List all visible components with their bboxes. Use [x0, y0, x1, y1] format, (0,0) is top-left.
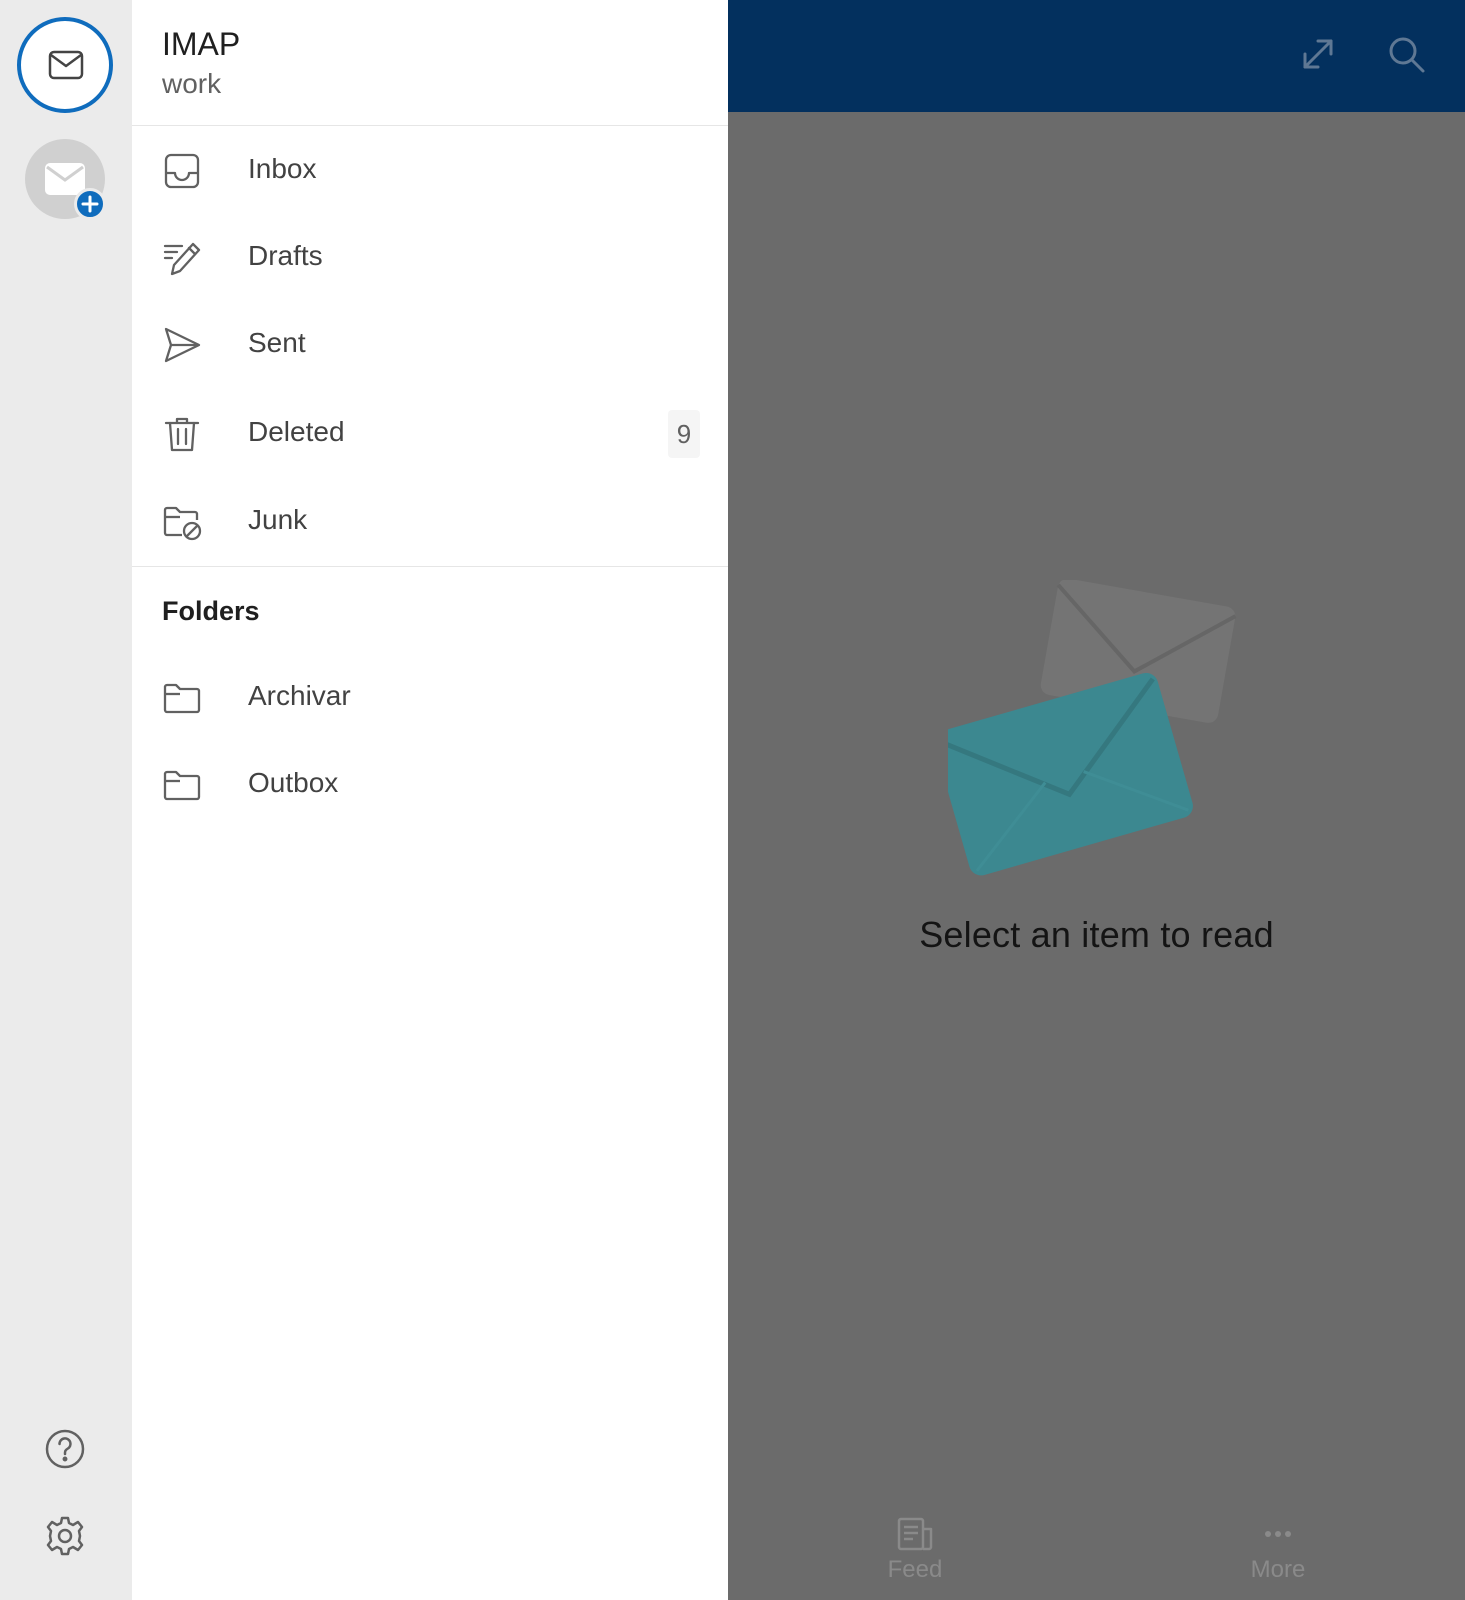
- settings-gear-icon[interactable]: [44, 1515, 86, 1557]
- folder-item-junk[interactable]: Junk: [132, 480, 728, 564]
- folder-item-archivar[interactable]: Archivar: [132, 656, 728, 740]
- account-rail: [0, 0, 132, 1600]
- tab-more-label: More: [1250, 1556, 1306, 1583]
- folder-drawer: IMAP work Inbox Drafts Sent Deleted 9 Ju…: [132, 0, 728, 1600]
- folder-icon: [162, 765, 202, 805]
- account-name: work: [162, 68, 222, 99]
- folder-icon: [162, 678, 202, 718]
- empty-state-message: Select an item to read: [919, 914, 1274, 955]
- inbox-icon: [162, 151, 202, 191]
- envelopes-illustration: [948, 580, 1268, 900]
- folder-item-outbox[interactable]: Outbox: [132, 743, 728, 827]
- current-account-button[interactable]: [17, 17, 113, 113]
- drafts-pencil-icon: [162, 238, 202, 278]
- folder-label: Sent: [248, 327, 306, 358]
- trash-icon: [162, 414, 202, 454]
- add-account-button[interactable]: [25, 139, 106, 220]
- folder-item-sent[interactable]: Sent: [132, 303, 728, 387]
- sent-paper-plane-icon: [162, 325, 202, 365]
- mail-icon: [48, 50, 84, 80]
- section-divider: [132, 566, 728, 567]
- folder-item-inbox[interactable]: Inbox: [132, 129, 728, 213]
- unread-count-badge: 9: [668, 410, 700, 458]
- account-type: IMAP: [162, 26, 241, 62]
- expand-icon[interactable]: [1296, 32, 1340, 76]
- folder-label: Inbox: [248, 153, 317, 184]
- top-app-bar: [728, 0, 1465, 112]
- help-icon[interactable]: [44, 1428, 86, 1470]
- tab-feed-label: Feed: [887, 1556, 943, 1583]
- folder-label: Outbox: [248, 767, 339, 798]
- mail-icon: [45, 163, 85, 195]
- tab-feed[interactable]: Feed: [825, 1514, 1005, 1600]
- plus-icon: [74, 188, 106, 220]
- drawer-header: IMAP work: [132, 0, 728, 126]
- folder-label: Archivar: [248, 680, 351, 711]
- folders-section-title: Folders: [162, 596, 260, 626]
- more-dots-icon: [1256, 1514, 1300, 1554]
- feed-icon: [893, 1514, 937, 1554]
- folder-item-deleted[interactable]: Deleted 9: [132, 392, 728, 476]
- tab-more[interactable]: More: [1188, 1514, 1368, 1600]
- search-icon[interactable]: [1384, 32, 1428, 76]
- folder-label: Drafts: [248, 240, 323, 271]
- folder-item-drafts[interactable]: Drafts: [132, 216, 728, 300]
- reading-pane: Select an item to read Feed More: [728, 0, 1465, 1600]
- folder-label: Deleted: [248, 416, 345, 447]
- junk-folder-icon: [162, 502, 202, 542]
- folder-label: Junk: [248, 504, 308, 535]
